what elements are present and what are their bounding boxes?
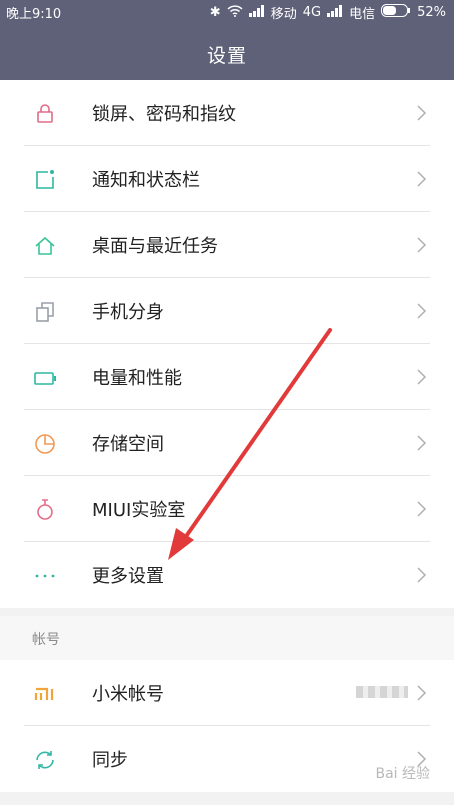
- status-bar: 晚上9:10 ✱ 移动 4G 电信 52%: [0, 0, 454, 24]
- battery-percent: 52%: [417, 5, 446, 20]
- settings-list: 锁屏、密码和指纹 通知和状态栏 桌面与最近任务 手机分身 电量和性能 存储空间 …: [0, 80, 454, 792]
- page-title: 设置: [206, 45, 247, 67]
- settings-item-label: 锁屏、密码和指纹: [92, 104, 236, 125]
- settings-item-battery[interactable]: 电量和性能: [0, 344, 454, 410]
- settings-item-more[interactable]: 更多设置: [0, 542, 454, 608]
- settings-item-label: 电量和性能: [92, 368, 182, 389]
- section-gap: [0, 608, 454, 616]
- chevron-right-icon: [412, 500, 430, 518]
- settings-item-mi-account[interactable]: 小米帐号: [0, 660, 454, 726]
- settings-item-label: 桌面与最近任务: [92, 236, 218, 257]
- settings-item-label: 同步: [92, 750, 128, 771]
- settings-item-storage[interactable]: 存储空间: [0, 410, 454, 476]
- status-time: 晚上9:10: [6, 7, 62, 22]
- chevron-right-icon: [412, 170, 430, 188]
- settings-item-home[interactable]: 桌面与最近任务: [0, 212, 454, 278]
- settings-item-label: MIUI实验室: [92, 500, 186, 521]
- settings-item-notification[interactable]: 通知和状态栏: [0, 146, 454, 212]
- home-icon: [33, 234, 57, 258]
- status-right-group: ✱ 移动 4G 电信 52%: [210, 3, 446, 22]
- settings-item-label: 小米帐号: [92, 684, 164, 705]
- settings-item-clone[interactable]: 手机分身: [0, 278, 454, 344]
- more-dots-icon: [33, 564, 57, 588]
- clone-icon: [33, 300, 57, 324]
- wifi-icon: [227, 4, 243, 21]
- settings-item-lock[interactable]: 锁屏、密码和指纹: [0, 80, 454, 146]
- settings-item-label: 更多设置: [92, 566, 164, 587]
- storage-pie-icon: [33, 432, 57, 456]
- settings-item-label: 通知和状态栏: [92, 170, 200, 191]
- network-type: 4G: [302, 5, 322, 20]
- battery-icon: [33, 366, 57, 390]
- notification-icon: [33, 168, 57, 192]
- header-bar: 晚上9:10 ✱ 移动 4G 电信 52% 设置: [0, 0, 454, 80]
- chevron-right-icon: [412, 368, 430, 386]
- signal-icon-2: [327, 4, 343, 21]
- sync-icon: [33, 748, 57, 772]
- watermark: Bai 经验: [375, 766, 430, 782]
- mi-logo-icon: [33, 682, 57, 706]
- chevron-right-icon: [412, 434, 430, 452]
- bluetooth-icon: ✱: [209, 5, 221, 20]
- lock-icon: [33, 102, 57, 126]
- flask-icon: [33, 498, 57, 522]
- chevron-right-icon: [412, 684, 430, 702]
- settings-item-miui-lab[interactable]: MIUI实验室: [0, 476, 454, 542]
- section-header-account: 帐号: [0, 616, 454, 660]
- chevron-right-icon: [412, 236, 430, 254]
- settings-item-label: 存储空间: [92, 434, 164, 455]
- battery-status-icon: [381, 4, 411, 21]
- chevron-right-icon: [412, 302, 430, 320]
- signal-icon: [248, 4, 265, 21]
- chevron-right-icon: [412, 104, 430, 122]
- section-header-label: 帐号: [32, 632, 60, 648]
- settings-item-label: 手机分身: [92, 302, 164, 323]
- chevron-right-icon: [412, 566, 430, 584]
- carrier-2: 电信: [349, 7, 376, 22]
- carrier-1: 移动: [270, 7, 297, 22]
- account-name-blurred: [356, 686, 408, 698]
